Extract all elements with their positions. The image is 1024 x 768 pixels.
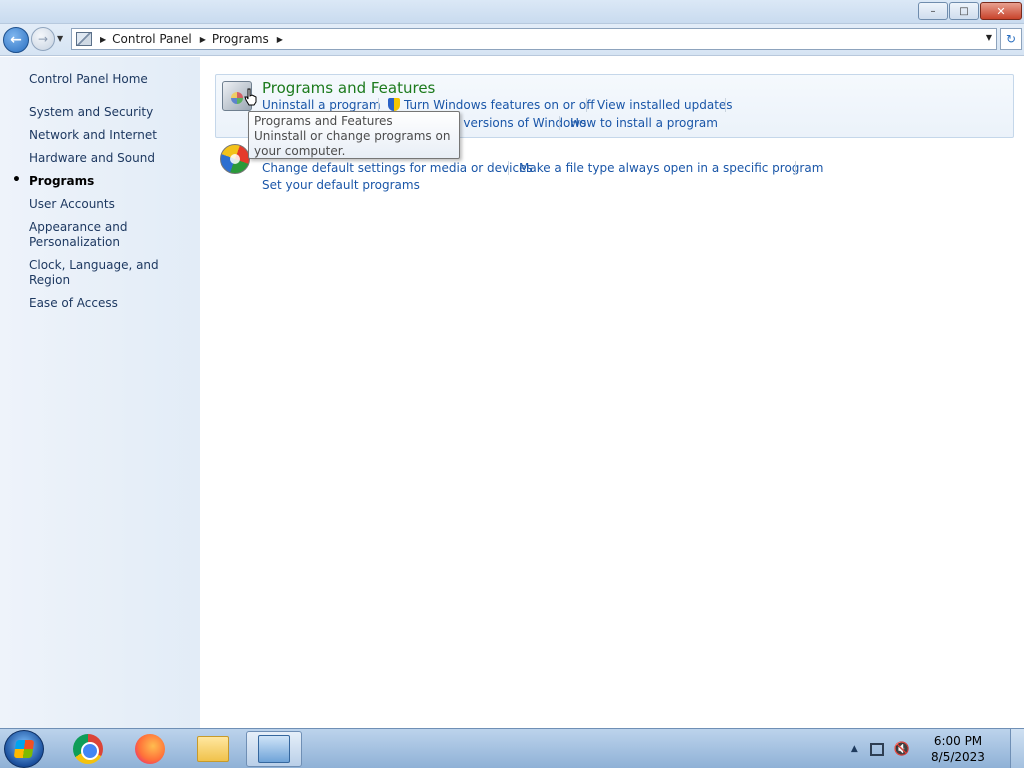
- windows-features-link[interactable]: Turn Windows features on or off: [388, 98, 595, 112]
- window-title-bar[interactable]: – □ ✕: [0, 0, 1024, 24]
- tooltip-title: Programs and Features: [254, 114, 393, 128]
- taskbar-chrome[interactable]: [60, 731, 116, 767]
- file-type-association-link[interactable]: Make a file type always open in a specif…: [519, 161, 823, 175]
- system-tray: ▲ 🔇 6:00 PM 8/5/2023: [851, 729, 1024, 768]
- link-separator: [586, 98, 587, 112]
- back-button[interactable]: ←: [3, 27, 29, 53]
- folder-icon: [197, 736, 229, 762]
- taskbar-control-panel[interactable]: [246, 731, 302, 767]
- link-separator: [378, 98, 379, 112]
- network-icon[interactable]: [869, 742, 884, 756]
- chevron-right-icon[interactable]: ▶: [100, 35, 106, 44]
- link-separator: [795, 161, 796, 175]
- address-bar[interactable]: ▶ Control Panel ▶ Programs ▶ ▼: [71, 28, 997, 50]
- minimize-button[interactable]: –: [918, 2, 948, 20]
- sidebar-item-ease-of-access[interactable]: Ease of Access: [29, 296, 194, 311]
- maximize-button[interactable]: □: [949, 2, 979, 20]
- show-desktop-button[interactable]: [1010, 729, 1024, 768]
- windows-features-label: Turn Windows features on or off: [404, 98, 595, 112]
- chevron-right-icon[interactable]: ▶: [200, 35, 206, 44]
- clock-date: 8/5/2023: [931, 750, 985, 764]
- forward-arrow-icon: →: [37, 32, 49, 46]
- refresh-button[interactable]: ↻: [1000, 28, 1022, 50]
- windows-logo-icon: [13, 740, 35, 758]
- sidebar-item-network-internet[interactable]: Network and Internet: [29, 128, 194, 143]
- how-to-install-link[interactable]: How to install a program: [570, 116, 718, 130]
- taskbar-firefox[interactable]: [122, 731, 178, 767]
- show-hidden-icons-icon[interactable]: ▲: [851, 744, 858, 754]
- breadcrumb-control-panel[interactable]: Control Panel: [112, 32, 192, 46]
- close-button[interactable]: ✕: [980, 2, 1022, 20]
- start-button[interactable]: [4, 730, 44, 768]
- category-list: System and Security Network and Internet…: [12, 105, 194, 319]
- back-arrow-icon: ←: [10, 32, 22, 48]
- control-panel-icon: [258, 735, 290, 763]
- sidebar-item-programs[interactable]: Programs: [12, 173, 194, 189]
- firefox-icon: [135, 734, 165, 764]
- chevron-right-icon[interactable]: ▶: [277, 35, 283, 44]
- taskbar-file-explorer[interactable]: [185, 731, 241, 767]
- link-separator: [725, 98, 726, 112]
- link-separator: [559, 116, 560, 130]
- control-panel-icon: [76, 32, 92, 46]
- recent-pages-dropdown[interactable]: ▼: [57, 34, 63, 43]
- change-default-settings-link[interactable]: Change default settings for media or dev…: [262, 161, 533, 175]
- default-programs-icon[interactable]: [220, 144, 250, 174]
- uac-shield-icon: [388, 98, 400, 111]
- set-default-programs-link[interactable]: Set your default programs: [262, 178, 420, 192]
- taskbar: ▲ 🔇 6:00 PM 8/5/2023: [0, 728, 1024, 768]
- navigation-bar: ← → ▼ ▶ Control Panel ▶ Programs ▶ ▼ ↻: [0, 24, 1024, 56]
- clock[interactable]: 6:00 PM 8/5/2023: [928, 733, 988, 765]
- forward-button[interactable]: →: [31, 27, 55, 51]
- link-separator: [508, 161, 509, 175]
- uninstall-program-link[interactable]: Uninstall a program: [262, 98, 381, 112]
- hand-cursor-icon: [244, 88, 257, 106]
- control-panel-home-link[interactable]: Control Panel Home: [29, 72, 148, 86]
- window-controls: – □ ✕: [918, 2, 1022, 20]
- sidebar-item-user-accounts[interactable]: User Accounts: [29, 197, 194, 212]
- sidebar-item-hardware-sound[interactable]: Hardware and Sound: [29, 151, 194, 166]
- chrome-icon: [73, 734, 103, 764]
- clock-time: 6:00 PM: [933, 734, 983, 748]
- left-navigation-pane: Control Panel Home System and Security N…: [0, 57, 200, 728]
- tooltip: Programs and Features Uninstall or chang…: [248, 111, 460, 159]
- sidebar-item-clock-language-region[interactable]: Clock, Language, and Region: [29, 258, 194, 288]
- sidebar-item-system-security[interactable]: System and Security: [29, 105, 194, 120]
- volume-muted-icon[interactable]: 🔇: [894, 742, 910, 757]
- view-installed-updates-link[interactable]: View installed updates: [597, 98, 733, 112]
- breadcrumb-programs[interactable]: Programs: [212, 32, 269, 46]
- tooltip-body: Uninstall or change programs on your com…: [254, 129, 451, 158]
- address-dropdown-icon[interactable]: ▼: [986, 33, 992, 42]
- programs-and-features-title[interactable]: Programs and Features: [262, 79, 435, 97]
- refresh-icon: ↻: [1005, 32, 1017, 46]
- sidebar-item-appearance[interactable]: Appearance and Personalization: [29, 220, 194, 250]
